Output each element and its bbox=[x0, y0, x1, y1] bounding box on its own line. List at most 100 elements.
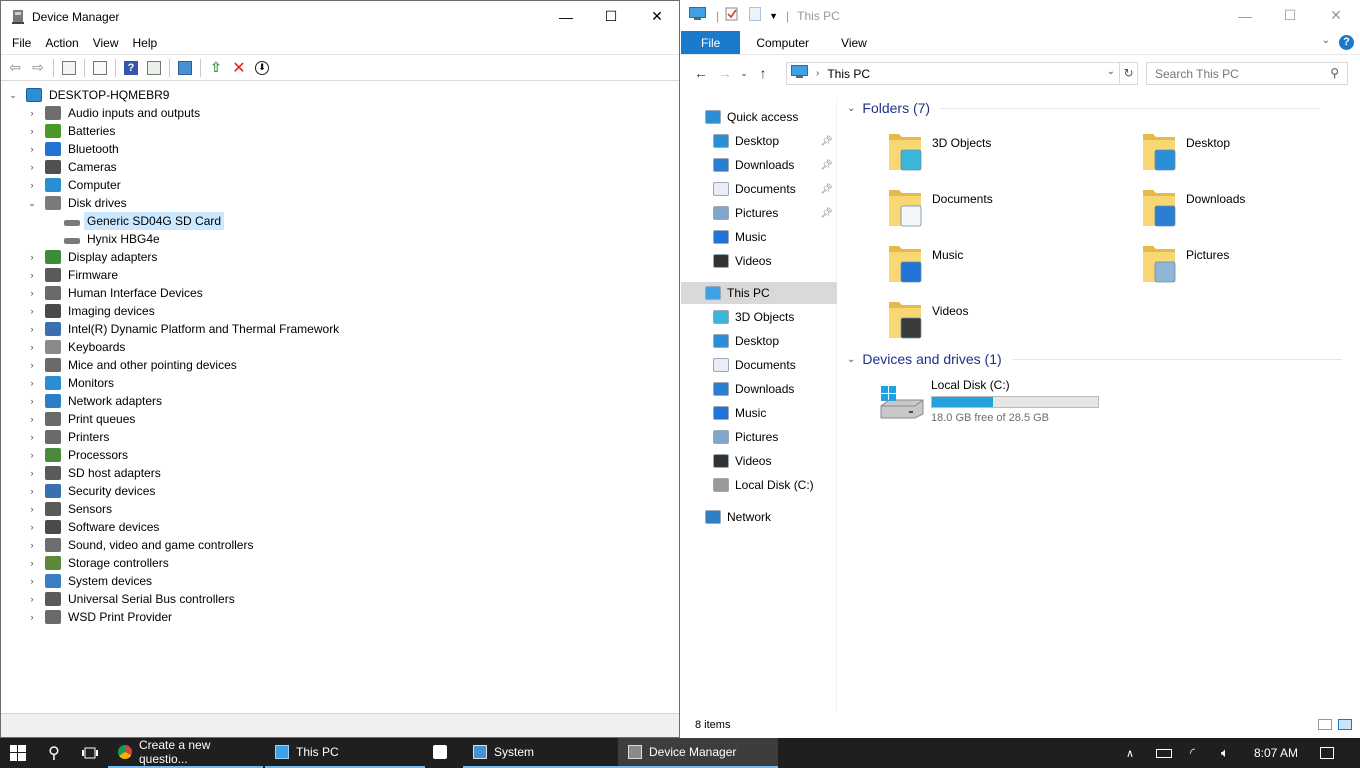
nav-item-music[interactable]: Music bbox=[681, 226, 837, 248]
properties-icon[interactable] bbox=[90, 58, 110, 78]
address-text[interactable]: This PC bbox=[827, 67, 870, 81]
nav-item-documents[interactable]: Documents 📌︎ bbox=[681, 178, 837, 200]
task-view-icon[interactable] bbox=[72, 738, 108, 768]
nav-item-documents[interactable]: Documents bbox=[681, 354, 837, 376]
tree-category-security[interactable]: › Security devices bbox=[26, 482, 158, 500]
nav-item-pictures[interactable]: Pictures 📌︎ bbox=[681, 202, 837, 224]
folder-tile-3d-objects[interactable]: 3D Objects bbox=[839, 128, 1089, 180]
chevron-right-icon[interactable]: › bbox=[26, 162, 38, 172]
local-disk-tile[interactable]: Local Disk (C:) 18.0 GB free of 28.5 GB bbox=[879, 378, 1119, 428]
chevron-right-icon[interactable]: › bbox=[26, 576, 38, 586]
tree-category-bluetooth[interactable]: › Bluetooth bbox=[26, 140, 122, 158]
help-icon[interactable]: ? bbox=[121, 58, 141, 78]
chevron-right-icon[interactable]: › bbox=[26, 522, 38, 532]
folder-tile-downloads[interactable]: Downloads bbox=[1093, 184, 1343, 236]
tree-category-usb[interactable]: › Universal Serial Bus controllers bbox=[26, 590, 238, 608]
tree-category-battery[interactable]: › Batteries bbox=[26, 122, 118, 140]
start-button[interactable] bbox=[0, 738, 36, 768]
chevron-right-icon[interactable]: › bbox=[26, 450, 38, 460]
nav-item-music[interactable]: Music bbox=[681, 402, 837, 424]
explorer-titlebar[interactable]: | ▼ | This PC — ☐ ✕ bbox=[681, 0, 1360, 31]
menu-file[interactable]: File bbox=[5, 32, 38, 54]
chevron-right-icon[interactable]: › bbox=[26, 324, 38, 334]
nav-item-network[interactable]: Network bbox=[681, 506, 837, 528]
chevron-right-icon[interactable]: › bbox=[26, 306, 38, 316]
search-icon[interactable]: ⚲ bbox=[36, 738, 72, 768]
chevron-right-icon[interactable]: › bbox=[26, 486, 38, 496]
update-driver-icon[interactable]: ⇧ bbox=[206, 58, 226, 78]
new-folder-quick-icon[interactable] bbox=[749, 7, 762, 24]
chevron-down-icon[interactable]: ⌄ bbox=[847, 103, 855, 114]
drives-group-header[interactable]: ⌄ Devices and drives (1) bbox=[847, 351, 1347, 367]
disable-device-icon[interactable]: ⬇ bbox=[252, 58, 272, 78]
search-input[interactable]: Search This PC ⚲ bbox=[1146, 62, 1348, 85]
chevron-right-icon[interactable]: › bbox=[26, 396, 38, 406]
tree-category-speaker[interactable]: › Sound, video and game controllers bbox=[26, 536, 256, 554]
taskbar-app-system[interactable]: System bbox=[463, 738, 618, 768]
chevron-right-icon[interactable]: › bbox=[26, 342, 38, 352]
chevron-right-icon[interactable]: › bbox=[26, 144, 38, 154]
taskbar-app-this-pc[interactable]: This PC bbox=[265, 738, 425, 768]
chevron-right-icon[interactable]: › bbox=[26, 414, 38, 424]
tree-category-speaker[interactable]: › Audio inputs and outputs bbox=[26, 104, 203, 122]
forward-arrow-icon[interactable]: ⇨ bbox=[28, 58, 48, 78]
chevron-right-icon[interactable]: › bbox=[26, 180, 38, 190]
folder-tile-documents[interactable]: Documents bbox=[839, 184, 1089, 236]
recent-locations-icon[interactable]: ⌄ bbox=[737, 68, 751, 79]
chevron-right-icon[interactable]: › bbox=[26, 558, 38, 568]
action-center-icon[interactable] bbox=[1320, 738, 1334, 768]
taskbar-app-device-manager[interactable]: Device Manager bbox=[618, 738, 778, 768]
folder-tile-pictures[interactable]: Pictures bbox=[1093, 240, 1343, 292]
scan-hardware-icon[interactable] bbox=[175, 58, 195, 78]
minimize-button[interactable]: — bbox=[1222, 0, 1268, 31]
chevron-right-icon[interactable]: › bbox=[26, 252, 38, 262]
maximize-button[interactable]: ☐ bbox=[588, 1, 634, 32]
nav-item-videos[interactable]: Videos bbox=[681, 450, 837, 472]
pin-icon[interactable]: 📌︎ bbox=[820, 208, 833, 219]
pin-icon[interactable]: 📌︎ bbox=[820, 160, 833, 171]
chevron-right-icon[interactable]: › bbox=[26, 504, 38, 514]
customize-quick-access-icon[interactable]: ▼ bbox=[769, 11, 778, 21]
chevron-right-icon[interactable]: › bbox=[26, 594, 38, 604]
tree-category-software-device[interactable]: › Software devices bbox=[26, 518, 162, 536]
taskbar-app-store[interactable] bbox=[425, 738, 455, 768]
tree-category-network[interactable]: › Network adapters bbox=[26, 392, 165, 410]
pin-icon[interactable]: 📌︎ bbox=[820, 184, 833, 195]
maximize-button[interactable]: ☐ bbox=[1267, 0, 1313, 31]
nav-item-videos[interactable]: Videos bbox=[681, 250, 837, 272]
close-button[interactable]: ✕ bbox=[1313, 0, 1359, 31]
chevron-right-icon[interactable]: › bbox=[26, 108, 38, 118]
folder-tile-desktop[interactable]: Desktop bbox=[1093, 128, 1343, 180]
tree-category-firmware[interactable]: › Firmware bbox=[26, 266, 121, 284]
forward-arrow-icon[interactable]: → bbox=[713, 65, 737, 81]
tree-device-item[interactable]: Generic SD04G SD Card bbox=[64, 212, 225, 230]
chevron-down-icon[interactable]: ⌄ bbox=[26, 198, 38, 209]
tree-category-printer[interactable]: › Printers bbox=[26, 428, 112, 446]
nav-item-desktop[interactable]: Desktop bbox=[681, 330, 837, 352]
tree-category-chip[interactable]: › Intel(R) Dynamic Platform and Thermal F… bbox=[26, 320, 342, 338]
show-hide-console-tree-icon[interactable] bbox=[59, 58, 79, 78]
back-arrow-icon[interactable]: ← bbox=[689, 65, 713, 81]
tree-category-camera[interactable]: › Cameras bbox=[26, 158, 120, 176]
tree-root[interactable]: ⌄ DESKTOP-HQMEBR9 bbox=[7, 86, 172, 104]
nav-item-desktop[interactable]: Desktop 📌︎ bbox=[681, 130, 837, 152]
folder-tile-music[interactable]: Music bbox=[839, 240, 1089, 292]
address-bar[interactable]: › This PC ⌄ ↻ bbox=[786, 62, 1138, 85]
tab-file[interactable]: File bbox=[681, 31, 741, 54]
menu-view[interactable]: View bbox=[86, 32, 126, 54]
nav-item-downloads[interactable]: Downloads 📌︎ bbox=[681, 154, 837, 176]
details-view-icon[interactable] bbox=[1318, 719, 1332, 730]
chevron-right-icon[interactable]: › bbox=[26, 468, 38, 478]
search-icon[interactable]: ⚲ bbox=[1330, 66, 1339, 80]
tab-view[interactable]: View bbox=[825, 31, 883, 54]
nav-item-downloads[interactable]: Downloads bbox=[681, 378, 837, 400]
close-button[interactable]: ✕ bbox=[634, 1, 680, 32]
show-hidden-icons-icon[interactable]: ∧ bbox=[1126, 738, 1134, 768]
tree-category-monitor[interactable]: › Computer bbox=[26, 176, 124, 194]
breadcrumb-chevron-icon[interactable]: › bbox=[816, 68, 819, 79]
chevron-right-icon[interactable]: › bbox=[26, 360, 38, 370]
address-dropdown-icon[interactable]: ⌄ bbox=[1107, 66, 1115, 77]
chevron-right-icon[interactable]: › bbox=[26, 270, 38, 280]
chevron-right-icon[interactable]: › bbox=[26, 540, 38, 550]
chevron-down-icon[interactable]: ⌄ bbox=[847, 354, 855, 365]
